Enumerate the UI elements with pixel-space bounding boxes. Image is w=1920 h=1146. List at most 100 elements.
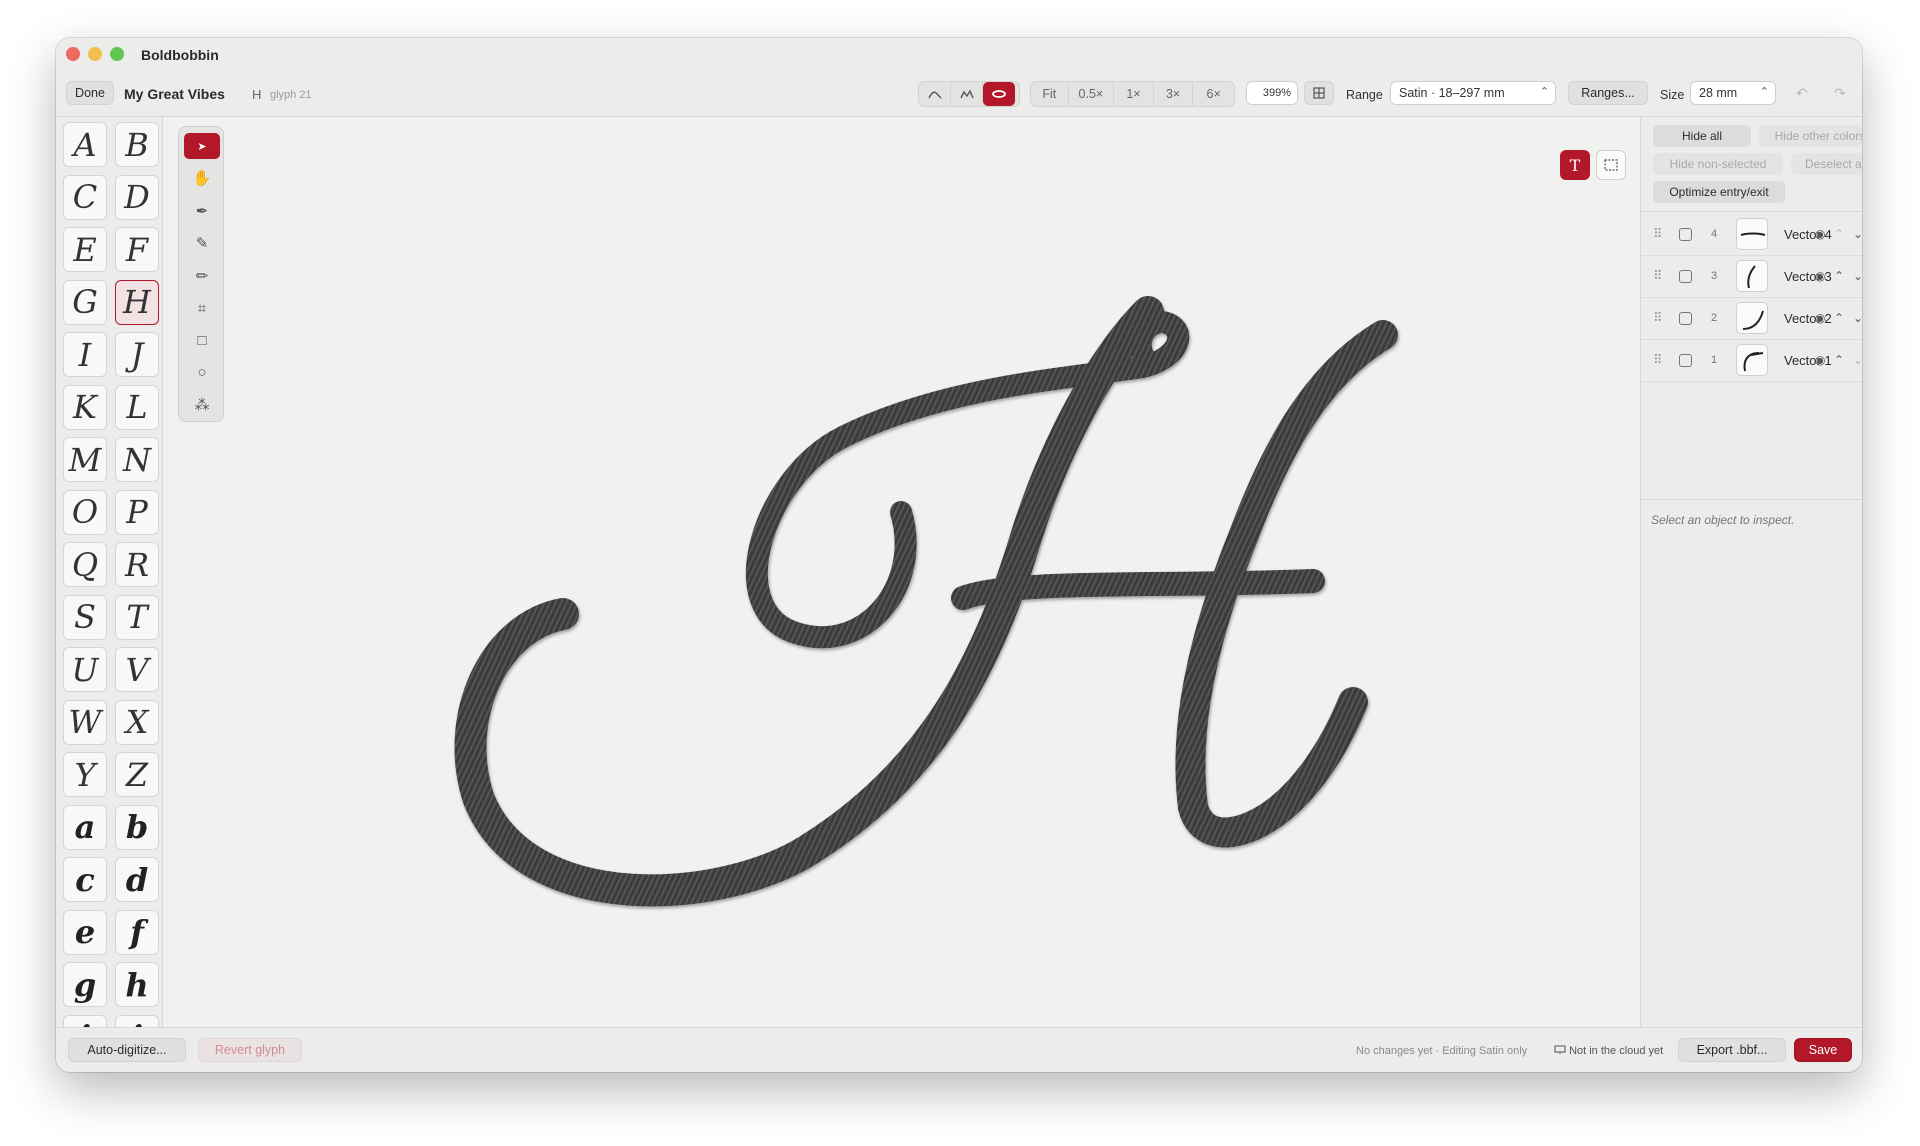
layer-checkbox[interactable] <box>1679 311 1692 325</box>
glyph-cell[interactable]: V <box>115 647 159 692</box>
drag-handle-icon[interactable]: ⠿ <box>1653 268 1663 284</box>
glyph-cell[interactable]: c <box>63 857 107 902</box>
bezier-tool-button[interactable]: ✎ <box>184 230 220 256</box>
glyph-cell[interactable]: i <box>115 1014 159 1027</box>
revert-glyph-button[interactable]: Revert glyph <box>198 1038 302 1062</box>
glyph-cell[interactable]: F <box>115 227 159 272</box>
drag-handle-icon[interactable]: ⠿ <box>1653 226 1663 242</box>
glyph-cell[interactable]: N <box>115 437 159 482</box>
vector-2-stroke[interactable] <box>951 569 1325 610</box>
glyph-cell[interactable]: b <box>115 804 159 850</box>
zoom-half-button[interactable]: 0.5× <box>1069 82 1115 106</box>
layer-row[interactable]: ⠿ 2 Vector 2 ◉ ⌃ ⌄ <box>1641 297 1862 340</box>
glyph-cell[interactable]: O <box>63 489 107 535</box>
glyph-cell[interactable]: i <box>63 1014 107 1027</box>
glyph-cell[interactable]: H <box>115 279 159 325</box>
pencil-tool-button[interactable]: ✏ <box>184 263 220 289</box>
drag-handle-icon[interactable]: ⠿ <box>1653 310 1663 326</box>
move-up-icon[interactable]: ⌃ <box>1834 269 1844 283</box>
move-up-icon[interactable]: ⌃ <box>1834 227 1844 241</box>
glyph-cell[interactable]: I <box>63 332 107 377</box>
glyph-cell[interactable]: C <box>63 174 107 220</box>
layer-checkbox[interactable] <box>1679 269 1692 283</box>
move-down-icon[interactable]: ⌄ <box>1853 269 1862 283</box>
hide-non-selected-button[interactable]: Hide non-selected <box>1653 153 1783 175</box>
ellipse-tool-button[interactable]: ○ <box>184 360 220 386</box>
zoom-fit-button[interactable]: Fit <box>1031 82 1069 106</box>
shapes-tool-button[interactable]: ⁂ <box>184 392 220 418</box>
layer-row[interactable]: ⠿ 3 Vector 3 ◉ ⌃ ⌄ <box>1641 255 1862 298</box>
grid-toggle-button[interactable] <box>1304 81 1334 105</box>
glyph-cell[interactable]: U <box>63 647 107 692</box>
export-bbf-button[interactable]: Export .bbf... <box>1678 1038 1786 1062</box>
save-button[interactable]: Save <box>1794 1038 1852 1062</box>
move-down-icon[interactable]: ⌄ <box>1853 311 1862 325</box>
pen-tool-button[interactable]: ✒ <box>184 198 220 224</box>
deselect-all-button[interactable]: Deselect all <box>1791 153 1862 175</box>
satin-view-button[interactable] <box>983 82 1015 106</box>
zigzag-view-button[interactable] <box>951 82 983 106</box>
path-view-button[interactable] <box>919 82 951 106</box>
glyph-cell[interactable]: h <box>115 962 159 1007</box>
glyph-cell[interactable]: W <box>63 699 107 745</box>
zoom-window-button[interactable] <box>110 47 124 61</box>
close-window-button[interactable] <box>66 47 80 61</box>
glyph-cell[interactable]: Q <box>63 542 107 587</box>
glyph-cell[interactable]: X <box>115 699 159 745</box>
frame-tool-button[interactable] <box>1596 150 1626 180</box>
move-up-icon[interactable]: ⌃ <box>1834 311 1844 325</box>
drag-handle-icon[interactable]: ⠿ <box>1653 352 1663 368</box>
glyph-cell[interactable]: A <box>63 122 107 167</box>
zoom-value-field[interactable]: 399% <box>1246 81 1298 105</box>
glyph-cell[interactable]: Z <box>115 752 159 797</box>
glyph-cell[interactable]: G <box>63 279 107 325</box>
move-up-icon[interactable]: ⌃ <box>1834 353 1844 367</box>
glyph-cell[interactable]: S <box>63 594 107 640</box>
hand-tool-button[interactable]: ✋ <box>184 165 220 191</box>
glyph-cell[interactable]: d <box>115 857 159 902</box>
rectangle-tool-button[interactable]: □ <box>184 327 220 353</box>
glyph-cell[interactable]: D <box>115 174 159 220</box>
zoom-6x-button[interactable]: 6× <box>1193 82 1234 106</box>
eye-icon[interactable]: ◉ <box>1815 227 1825 241</box>
undo-icon[interactable]: ↶ <box>1796 85 1808 102</box>
node-tool-button[interactable]: ⌗ <box>184 295 220 321</box>
eye-icon[interactable]: ◉ <box>1815 269 1825 283</box>
glyph-cell[interactable]: f <box>115 909 159 955</box>
glyph-cell[interactable]: J <box>115 332 159 377</box>
auto-digitize-button[interactable]: Auto-digitize... <box>68 1038 186 1062</box>
glyph-cell[interactable]: g <box>63 962 107 1007</box>
move-down-icon[interactable]: ⌄ <box>1853 353 1862 367</box>
minimize-window-button[interactable] <box>88 47 102 61</box>
range-select[interactable]: Satin · 18–297 mm ⌃ <box>1390 81 1556 105</box>
eye-icon[interactable]: ◉ <box>1815 353 1825 367</box>
layer-row[interactable]: ⠿ 4 Vector 4 ◉ ⌃ ⌄ <box>1641 213 1862 256</box>
glyph-cell[interactable]: Y <box>63 752 107 797</box>
eye-icon[interactable]: ◉ <box>1815 311 1825 325</box>
glyph-cell[interactable]: e <box>63 909 107 955</box>
move-down-icon[interactable]: ⌄ <box>1853 227 1862 241</box>
glyph-cell[interactable]: K <box>63 384 107 430</box>
optimize-entry-exit-button[interactable]: Optimize entry/exit <box>1653 181 1785 203</box>
text-tool-button[interactable]: T <box>1560 150 1590 180</box>
layer-row[interactable]: ⠿ 1 Vector 1 ◉ ⌃ ⌄ <box>1641 339 1862 382</box>
glyph-cell[interactable]: E <box>63 227 107 272</box>
layer-checkbox[interactable] <box>1679 227 1692 241</box>
glyph-cell[interactable]: R <box>115 542 159 587</box>
redo-icon[interactable]: ↷ <box>1834 85 1846 102</box>
ranges-button[interactable]: Ranges... <box>1568 81 1648 105</box>
glyph-cell[interactable]: a <box>63 804 107 850</box>
zoom-1x-button[interactable]: 1× <box>1114 82 1154 106</box>
glyph-cell[interactable]: T <box>115 594 159 640</box>
size-select[interactable]: 28 mm ⌃ <box>1690 81 1776 105</box>
glyph-cell[interactable]: M <box>63 437 107 482</box>
hide-all-button[interactable]: Hide all <box>1653 125 1751 147</box>
done-button[interactable]: Done <box>66 81 114 105</box>
glyph-cell[interactable]: L <box>115 384 159 430</box>
select-arrow-tool-button[interactable]: ➤ <box>184 133 220 159</box>
hide-other-colors-button[interactable]: Hide other colors <box>1759 125 1862 147</box>
zoom-3x-button[interactable]: 3× <box>1154 82 1194 106</box>
glyph-cell[interactable]: B <box>115 122 159 167</box>
vector-1-stroke[interactable] <box>454 296 1164 907</box>
layer-checkbox[interactable] <box>1679 353 1692 367</box>
